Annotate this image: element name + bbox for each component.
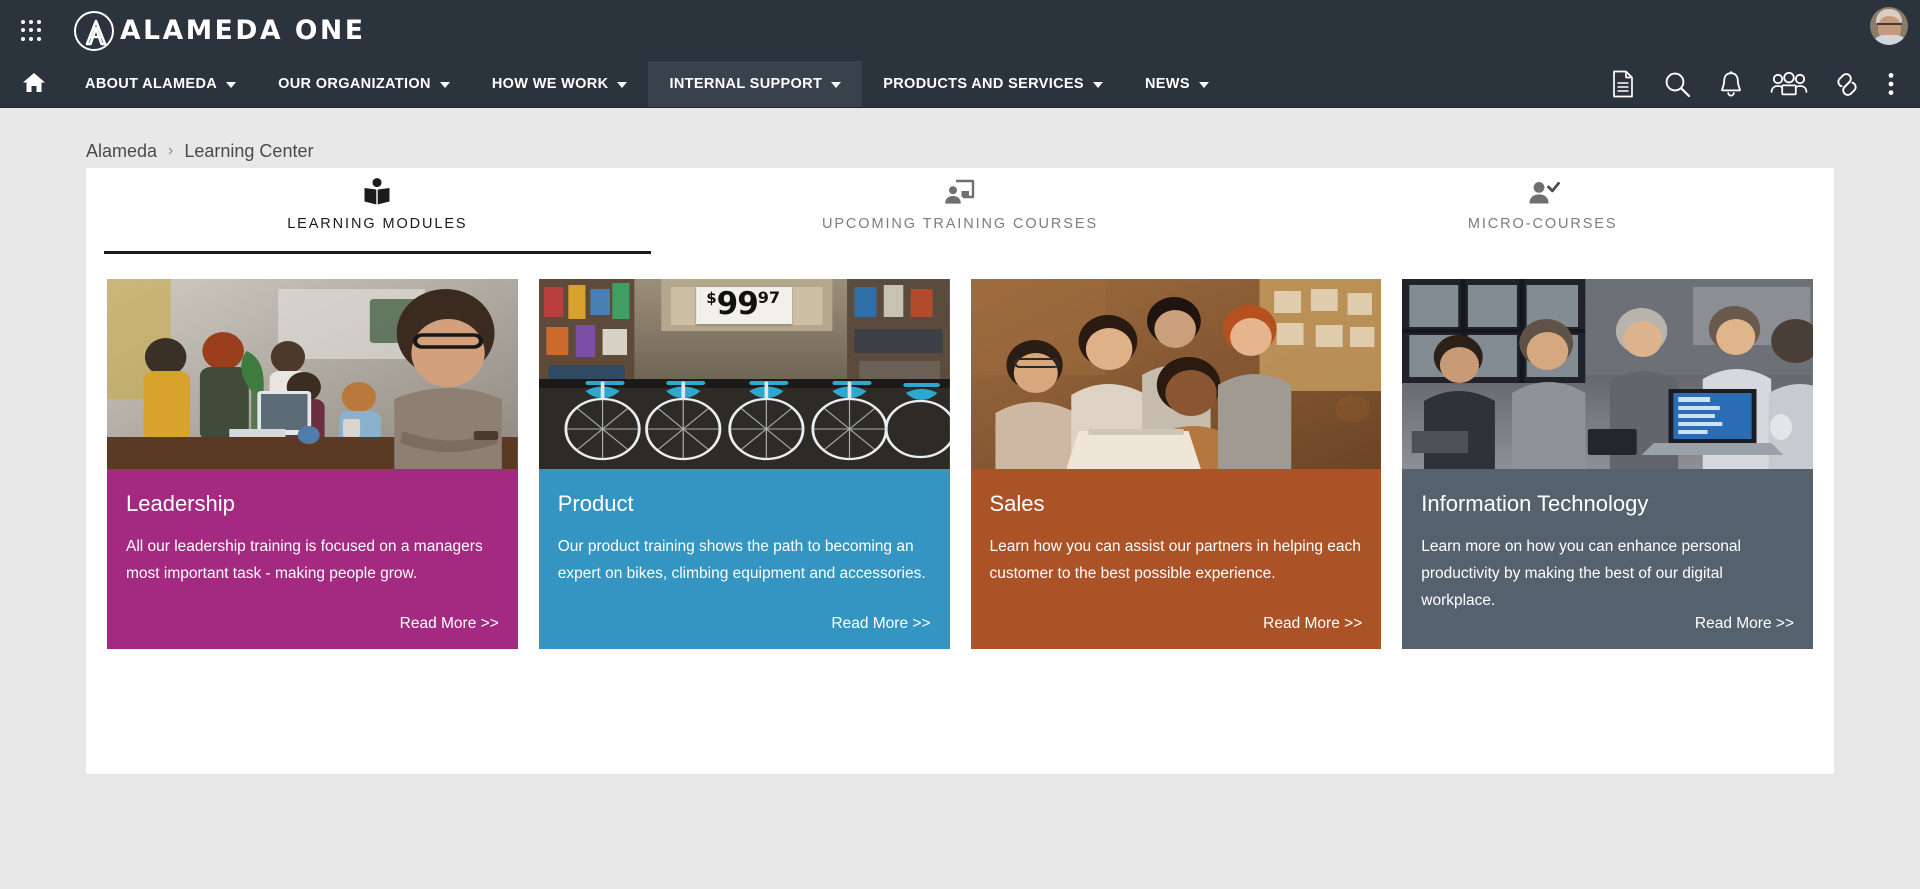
- grid-apps-icon[interactable]: [14, 14, 48, 48]
- breadcrumb-separator: ›: [168, 142, 174, 159]
- top-bar: ALAMEDA ONE: [0, 0, 1920, 61]
- bell-icon[interactable]: [1716, 69, 1746, 99]
- nav-label: OUR ORGANIZATION: [278, 76, 431, 92]
- link-icon[interactable]: [1832, 69, 1862, 99]
- office-workers-laptop-photo: [1402, 279, 1813, 469]
- card-product[interactable]: 6 $9997 Product Our product training sho…: [538, 279, 950, 649]
- brand-text: ALAMEDA ONE: [120, 15, 366, 46]
- read-more-link[interactable]: Read More >>: [1421, 615, 1794, 633]
- main-navigation: ABOUT ALAMEDA OUR ORGANIZATION HOW WE WO…: [0, 61, 1920, 108]
- card-title: Sales: [989, 491, 1045, 516]
- card-sales[interactable]: Sales Learn how you can assist our partn…: [970, 279, 1382, 649]
- brand-logo[interactable]: ALAMEDA ONE: [74, 10, 366, 51]
- card-body: Leadership All our leadership training i…: [107, 469, 518, 649]
- learning-module-cards: Leadership All our leadership training i…: [86, 254, 1834, 649]
- card-description: Our product training shows the path to b…: [557, 538, 926, 583]
- more-vertical-icon[interactable]: [1886, 69, 1896, 99]
- card-description: All our leadership training is focused o…: [126, 538, 483, 583]
- chevron-down-icon: [226, 82, 237, 88]
- tab-active-underline: [104, 251, 651, 254]
- nav-item-internal-support[interactable]: INTERNAL SUPPORT: [648, 61, 863, 107]
- search-icon[interactable]: [1662, 69, 1692, 99]
- chevron-down-icon: [831, 82, 842, 88]
- nav-item-home[interactable]: [0, 61, 64, 107]
- user-avatar[interactable]: [1870, 7, 1908, 45]
- nav-label: PRODUCTS AND SERVICES: [883, 76, 1084, 92]
- tab-bar: LEARNING MODULES UPCOMING TRAINING COURS…: [86, 168, 1834, 254]
- card-body: Information Technology Learn more on how…: [1402, 469, 1813, 649]
- chevron-down-icon: [617, 82, 628, 88]
- price-dollars: 99: [716, 286, 759, 322]
- card-description: Learn more on how you can enhance person…: [1421, 538, 1741, 609]
- card-body: Sales Learn how you can assist our partn…: [970, 469, 1382, 649]
- office-team-meeting-photo: [107, 279, 518, 469]
- nav-item-our-organization[interactable]: OUR ORGANIZATION: [257, 61, 471, 107]
- tab-upcoming-training-courses[interactable]: UPCOMING TRAINING COURSES: [669, 168, 1252, 254]
- tab-active-underline: [687, 251, 1234, 254]
- nav-label: ABOUT ALAMEDA: [85, 76, 218, 92]
- tab-label: LEARNING MODULES: [287, 216, 468, 232]
- card-body: Product Our product training shows the p…: [538, 469, 950, 649]
- nav-items: ABOUT ALAMEDA OUR ORGANIZATION HOW WE WO…: [0, 61, 1230, 107]
- nav-item-products-and-services[interactable]: PRODUCTS AND SERVICES: [862, 61, 1124, 107]
- price-currency: $: [706, 289, 717, 307]
- price-tag-overlay: $9997: [696, 286, 793, 324]
- learning-center-panel: LEARNING MODULES UPCOMING TRAINING COURS…: [86, 168, 1834, 774]
- card-description: Learn how you can assist our partners in…: [989, 538, 1361, 583]
- tab-micro-courses[interactable]: MICRO-COURSES: [1251, 168, 1834, 254]
- home-icon: [22, 71, 46, 98]
- open-book-icon: [362, 176, 392, 210]
- user-check-icon: [1526, 176, 1560, 210]
- presenter-screen-icon: [943, 176, 977, 210]
- read-more-link[interactable]: Read More >>: [126, 615, 499, 633]
- card-information-technology[interactable]: Information Technology Learn more on how…: [1402, 279, 1813, 649]
- nav-item-about-alameda[interactable]: ABOUT ALAMEDA: [64, 61, 257, 107]
- breadcrumb: Alameda › Learning Center: [0, 108, 1920, 168]
- card-title: Product: [557, 491, 634, 516]
- nav-label: NEWS: [1144, 76, 1190, 92]
- card-title: Leadership: [126, 491, 235, 516]
- read-more-link[interactable]: Read More >>: [990, 615, 1362, 633]
- chevron-down-icon: [439, 82, 450, 88]
- read-more-link[interactable]: Read More >>: [558, 615, 930, 633]
- bicycle-shop-photo: 6 $9997: [538, 279, 950, 469]
- tab-label: UPCOMING TRAINING COURSES: [821, 216, 1099, 232]
- document-icon[interactable]: [1608, 69, 1638, 99]
- nav-icon-group: [1608, 61, 1920, 107]
- nav-label: INTERNAL SUPPORT: [669, 76, 823, 92]
- card-leadership[interactable]: Leadership All our leadership training i…: [107, 279, 518, 649]
- alameda-logo-icon: [74, 10, 114, 51]
- smiling-colleagues-laptop-photo: [970, 279, 1382, 469]
- nav-label: HOW WE WORK: [491, 76, 609, 92]
- tab-active-underline: [1269, 251, 1816, 254]
- breadcrumb-root[interactable]: Alameda: [86, 141, 157, 162]
- people-icon[interactable]: [1770, 69, 1808, 99]
- breadcrumb-current: Learning Center: [184, 140, 314, 161]
- chevron-down-icon: [1092, 82, 1103, 88]
- chevron-down-icon: [1198, 82, 1209, 88]
- nav-item-news[interactable]: NEWS: [1124, 61, 1230, 107]
- nav-item-how-we-work[interactable]: HOW WE WORK: [471, 61, 649, 107]
- price-cents: 97: [757, 288, 781, 307]
- tab-learning-modules[interactable]: LEARNING MODULES: [86, 168, 669, 254]
- tab-label: MICRO-COURSES: [1467, 216, 1618, 232]
- card-title: Information Technology: [1421, 491, 1649, 516]
